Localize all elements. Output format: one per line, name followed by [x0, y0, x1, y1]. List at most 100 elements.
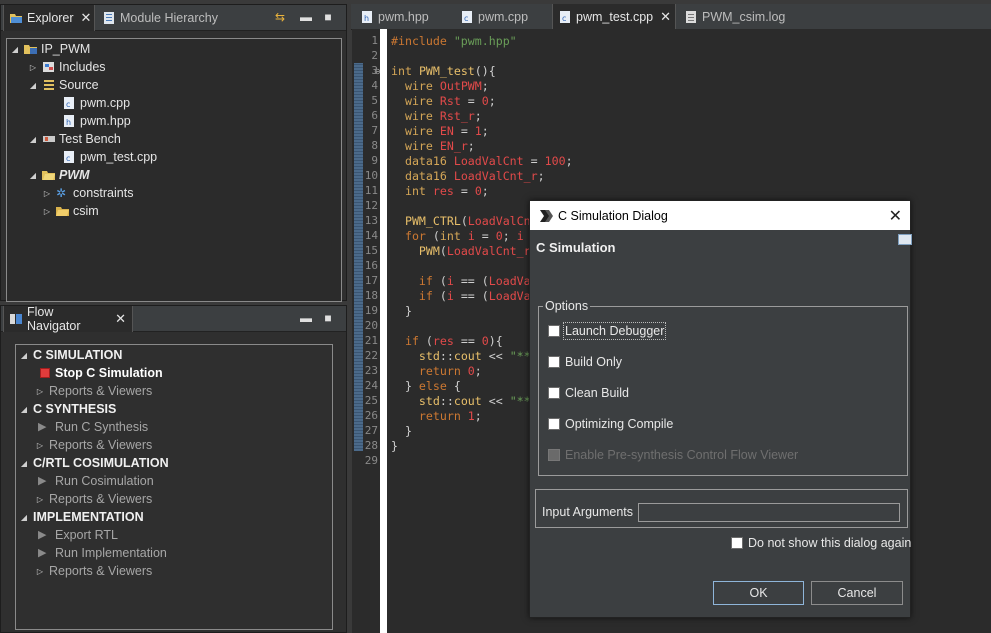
reports-viewers-cosim[interactable]: ▷ Reports & Viewers [36, 490, 152, 508]
line-number: 13 [364, 214, 378, 227]
tree-item-includes[interactable]: ▷ Includes [29, 58, 106, 76]
help-icon[interactable] [898, 234, 912, 245]
testbench-icon [42, 133, 55, 145]
line-number: 18 [364, 289, 378, 302]
stop-c-simulation-button[interactable]: Stop C Simulation [40, 364, 163, 382]
minimize-icon[interactable]: ▬ [299, 311, 313, 325]
checkbox-label: Enable Pre-synthesis Control Flow Viewer [565, 448, 799, 462]
chevron-right-icon[interactable]: ▷ [36, 567, 44, 576]
launch-debugger-checkbox[interactable]: Launch Debugger [548, 322, 667, 340]
hierarchy-icon [103, 12, 115, 24]
line-number: 14 [364, 229, 378, 242]
cpp-file-icon: c [461, 11, 473, 23]
section-c-synthesis[interactable]: ◢ C SYNTHESIS [20, 400, 116, 418]
optimizing-compile-checkbox[interactable]: Optimizing Compile [548, 417, 673, 431]
solution-folder-icon [42, 169, 55, 181]
input-arguments-field[interactable] [638, 503, 900, 522]
section-cosimulation[interactable]: ◢ C/RTL COSIMULATION [20, 454, 169, 472]
project-folder-icon [24, 43, 37, 55]
code-line-11: int res = 0; [404, 184, 489, 198]
checkbox-label: Do not show this dialog again [748, 536, 912, 550]
tree-item-label: PWM [59, 168, 90, 182]
code-line-9: data16 LoadValCnt = 100; [404, 154, 573, 168]
tab-label: pwm.hpp [378, 10, 429, 24]
minimize-icon[interactable]: ▬ [299, 10, 313, 24]
code-line-1: #include "pwm.hpp" [391, 34, 517, 48]
includes-icon [42, 61, 54, 73]
chevron-right-icon[interactable]: ▷ [43, 207, 51, 216]
close-icon[interactable]: ✕ [115, 311, 126, 327]
dont-show-again-checkbox[interactable]: Do not show this dialog again [731, 536, 911, 550]
tree-item-pwm[interactable]: ◢ PWM [29, 166, 90, 184]
dialog-title: C Simulation Dialog [558, 208, 668, 223]
checkbox-label: Build Only [565, 355, 622, 369]
code-line-8: wire EN_r; [404, 139, 475, 153]
chevron-down-icon[interactable]: ◢ [29, 171, 37, 180]
code-line-3: int PWM_test(){ [391, 64, 496, 78]
chevron-down-icon[interactable]: ◢ [20, 351, 28, 360]
checkbox-box[interactable] [731, 537, 743, 549]
cancel-button[interactable]: Cancel [811, 581, 903, 605]
checkbox-box[interactable] [548, 356, 560, 368]
clean-build-checkbox[interactable]: Clean Build [548, 386, 629, 400]
tab-pwm-hpp[interactable]: h pwm.hpp [355, 4, 435, 30]
section-c-simulation[interactable]: ◢ C SIMULATION [20, 346, 122, 364]
run-cosimulation-button[interactable]: ▶ Run Cosimulation [38, 472, 154, 490]
chevron-down-icon[interactable]: ◢ [11, 45, 19, 54]
tree-item-ip-pwm[interactable]: ◢ IP_PWM [11, 40, 90, 58]
build-only-checkbox[interactable]: Build Only [548, 355, 622, 369]
chevron-right-icon[interactable]: ▷ [43, 189, 51, 198]
play-icon: ▶ [38, 547, 47, 559]
maximize-icon[interactable]: ■ [321, 311, 335, 325]
flow-item-label: Reports & Viewers [49, 384, 153, 398]
maximize-icon[interactable]: ■ [321, 10, 335, 24]
section-implementation[interactable]: ◢ IMPLEMENTATION [20, 508, 144, 526]
line-number: 29 [364, 454, 378, 467]
tree-item-pwm-test-cpp[interactable]: c pwm_test.cpp [63, 148, 157, 166]
chevron-down-icon[interactable]: ◢ [29, 81, 37, 90]
tree-item-source[interactable]: ◢ Source [29, 76, 99, 94]
chevron-right-icon[interactable]: ▷ [29, 63, 37, 72]
log-file-icon [685, 11, 697, 23]
run-implementation-button[interactable]: ▶ Run Implementation [38, 544, 167, 562]
tab-module-hierarchy[interactable]: Module Hierarchy [97, 5, 227, 31]
tab-pwm-csim-log[interactable]: PWM_csim.log [679, 4, 791, 30]
line-number: 5 [371, 94, 378, 107]
tree-item-pwm-cpp[interactable]: c pwm.cpp [63, 94, 130, 112]
tab-pwm-cpp[interactable]: c pwm.cpp [455, 4, 534, 30]
tree-item-csim[interactable]: ▷ csim [43, 202, 99, 220]
export-rtl-button[interactable]: ▶ Export RTL [38, 526, 118, 544]
chevron-down-icon[interactable]: ◢ [20, 513, 28, 522]
tab-pwm-test-cpp[interactable]: c pwm_test.cpp ✕ [552, 4, 676, 30]
tree-item-pwm-hpp[interactable]: h pwm.hpp [63, 112, 131, 130]
code-line-25: std::cout << "** [418, 394, 531, 408]
dialog-titlebar[interactable]: C Simulation Dialog ✕ [530, 201, 910, 230]
code-line-7: wire EN = 1; [404, 124, 489, 138]
close-icon[interactable]: ✕ [889, 206, 902, 226]
run-c-synthesis-button[interactable]: ▶ Run C Synthesis [38, 418, 148, 436]
chevron-right-icon[interactable]: ▷ [36, 387, 44, 396]
checkbox-box[interactable] [548, 325, 560, 337]
reports-viewers-csim[interactable]: ▷ Reports & Viewers [36, 382, 152, 400]
chevron-down-icon[interactable]: ◢ [20, 459, 28, 468]
reports-viewers-impl[interactable]: ▷ Reports & Viewers [36, 562, 152, 580]
chevron-right-icon[interactable]: ▷ [36, 441, 44, 450]
tab-flow-navigator[interactable]: Flow Navigator ✕ [3, 305, 133, 333]
reports-viewers-csynth[interactable]: ▷ Reports & Viewers [36, 436, 152, 454]
checkbox-box[interactable] [548, 418, 560, 430]
tree-item-test-bench[interactable]: ◢ Test Bench [29, 130, 121, 148]
code-line-27: } [391, 424, 412, 438]
close-icon[interactable]: ✕ [81, 10, 92, 26]
tab-explorer[interactable]: Explorer ✕ [3, 5, 95, 31]
checkbox-label: Launch Debugger [562, 322, 667, 340]
sync-icon[interactable]: ⇆ [273, 10, 287, 24]
checkbox-box[interactable] [548, 387, 560, 399]
ok-button[interactable]: OK [713, 581, 804, 605]
chevron-down-icon[interactable]: ◢ [29, 135, 37, 144]
close-icon[interactable]: ✕ [660, 9, 671, 25]
chevron-down-icon[interactable]: ◢ [20, 405, 28, 414]
folder-icon [10, 12, 22, 24]
chevron-right-icon[interactable]: ▷ [36, 495, 44, 504]
tree-item-constraints[interactable]: ▷ ✲ constraints [43, 184, 134, 202]
flow-item-label: Reports & Viewers [49, 438, 153, 452]
